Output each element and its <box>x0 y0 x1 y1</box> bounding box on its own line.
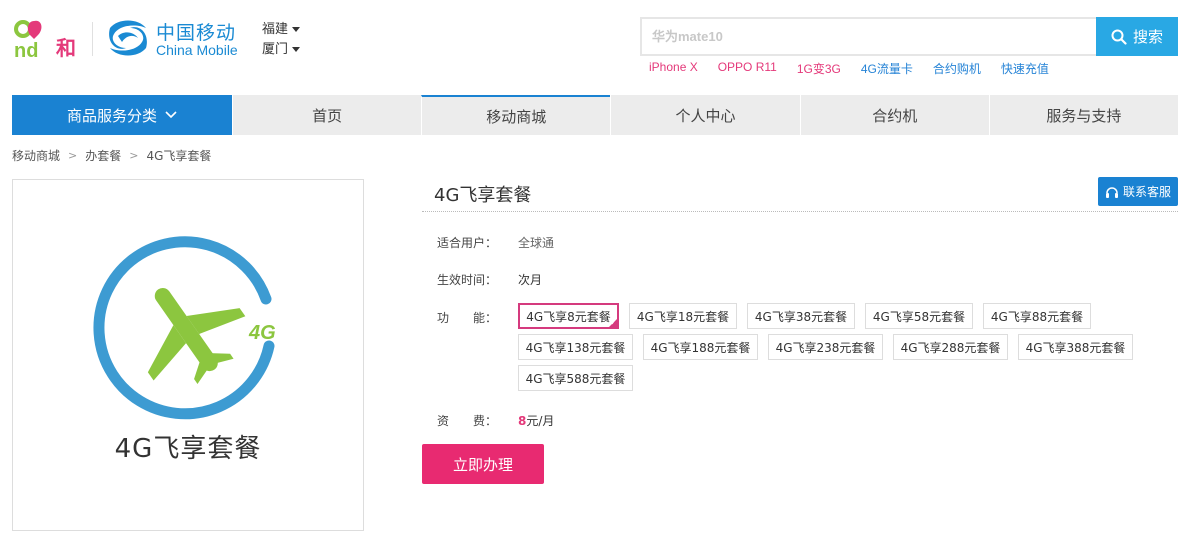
region-selector[interactable]: 福建 厦门 <box>262 20 301 60</box>
fee-label: 资 费： <box>437 414 498 428</box>
plan-option-label: 4G飞享88元套餐 <box>990 309 1084 324</box>
plan-option[interactable]: 4G飞享588元套餐 <box>518 365 633 391</box>
nav-item-service-support[interactable]: 服务与支持 <box>988 95 1178 135</box>
plan-option[interactable]: 4G飞享138元套餐 <box>518 334 633 360</box>
plan-option-label: 4G飞享388元套餐 <box>1025 340 1126 355</box>
category-menu-button[interactable]: 商品服务分类 <box>12 95 232 135</box>
city-select[interactable]: 厦门 <box>262 40 301 60</box>
effect-value: 次月 <box>518 273 543 287</box>
and-logo[interactable]: nd 和 <box>12 15 82 62</box>
plan-option-label: 4G飞享138元套餐 <box>525 340 626 355</box>
contact-service-button[interactable]: 联系客服 <box>1098 177 1178 206</box>
logo-divider <box>92 22 93 56</box>
user-value: 全球通 <box>518 236 555 250</box>
plan-option-label: 4G飞享8元套餐 <box>526 309 611 324</box>
check-icon: ✓ <box>610 318 617 327</box>
function-label: 功 能： <box>437 311 498 325</box>
nav-item-home[interactable]: 首页 <box>232 95 421 135</box>
plan-option-label: 4G飞享18元套餐 <box>636 309 730 324</box>
city-label: 厦门 <box>262 42 289 57</box>
chevron-down-icon <box>292 47 301 52</box>
nav-item-contract-phone[interactable]: 合约机 <box>799 95 989 135</box>
hot-word-link[interactable]: OPPO R11 <box>718 60 777 77</box>
chevron-right-icon: > <box>129 149 139 162</box>
breadcrumb-item[interactable]: 移动商城 <box>12 147 60 164</box>
province-label: 福建 <box>262 22 289 37</box>
nav-item-mall[interactable]: 移动商城 <box>421 95 611 135</box>
hot-words: iPhone X OPPO R11 1G变3G 4G流量卡 合约购机 快速充值 <box>649 60 1049 77</box>
svg-text:和: 和 <box>56 36 76 60</box>
headset-icon <box>1105 186 1118 198</box>
hot-word-link[interactable]: 合约购机 <box>933 60 981 77</box>
airplane-ring-icon: 4G <box>93 236 276 420</box>
plan-option-label: 4G飞享288元套餐 <box>900 340 1001 355</box>
nav-item-personal-center[interactable]: 个人中心 <box>610 95 799 135</box>
chevron-down-icon <box>292 27 301 32</box>
hot-word-link[interactable]: iPhone X <box>649 60 698 77</box>
breadcrumb: 移动商城 > 办套餐 > 4G飞享套餐 <box>12 147 211 164</box>
hot-word-link[interactable]: 4G流量卡 <box>861 60 913 77</box>
badge-4g: 4G <box>248 322 276 344</box>
search-button[interactable]: 搜索 <box>1096 17 1178 56</box>
plan-option[interactable]: 4G飞享38元套餐 <box>747 303 855 329</box>
china-mobile-cn: 中国移动 <box>156 22 237 44</box>
breadcrumb-item[interactable]: 办套餐 <box>85 147 121 164</box>
chevron-right-icon: > <box>68 149 78 162</box>
plan-option[interactable]: 4G飞享388元套餐 <box>1018 334 1133 360</box>
plan-option[interactable]: 4G飞享18元套餐 <box>629 303 737 329</box>
search-box <box>640 17 1097 56</box>
plan-option[interactable]: 4G飞享288元套餐 <box>893 334 1008 360</box>
search-icon <box>1111 29 1127 45</box>
contact-service-label: 联系客服 <box>1122 185 1171 199</box>
product-image: 4G 4G飞享套餐 <box>12 179 364 531</box>
hot-word-link[interactable]: 1G变3G <box>797 60 841 77</box>
plan-option-label: 4G飞享58元套餐 <box>872 309 966 324</box>
title-divider <box>422 211 1178 212</box>
effect-label: 生效时间： <box>437 273 498 287</box>
breadcrumb-item: 4G飞享套餐 <box>146 149 212 163</box>
hot-word-link[interactable]: 快速充值 <box>1001 60 1049 77</box>
china-mobile-en: China Mobile <box>156 42 238 58</box>
product-image-caption: 4G飞享套餐 <box>114 434 262 464</box>
product-title: 4G飞享套餐 <box>434 185 532 206</box>
plan-option-label: 4G飞享588元套餐 <box>525 371 626 386</box>
plan-option[interactable]: 4G飞享188元套餐 <box>643 334 758 360</box>
fee-unit: 元/月 <box>526 414 555 428</box>
search-input[interactable] <box>642 19 1097 54</box>
category-menu-label: 商品服务分类 <box>66 106 157 125</box>
plan-option-label: 4G飞享238元套餐 <box>775 340 876 355</box>
china-mobile-logo[interactable]: 中国移动 China Mobile <box>104 14 252 62</box>
fee-value: 8元/月 <box>518 412 554 429</box>
plan-option-label: 4G飞享38元套餐 <box>754 309 848 324</box>
plan-option[interactable]: 4G飞享58元套餐 <box>865 303 973 329</box>
main-nav: 商品服务分类 首页 移动商城 个人中心 合约机 服务与支持 <box>12 95 1178 135</box>
plan-option-label: 4G飞享188元套餐 <box>650 340 751 355</box>
chevron-down-icon <box>165 111 177 119</box>
search-button-label: 搜索 <box>1132 28 1163 46</box>
header: nd 和 中国移动 China Mobile 福建 厦门 搜索 iPhone X… <box>0 0 1178 95</box>
province-select[interactable]: 福建 <box>262 20 301 40</box>
svg-text:nd: nd <box>14 40 38 61</box>
plan-option[interactable]: 4G飞享88元套餐 <box>983 303 1091 329</box>
apply-now-button[interactable]: 立即办理 <box>422 444 544 484</box>
plan-option[interactable]: 4G飞享238元套餐 <box>768 334 883 360</box>
plan-option[interactable]: 4G飞享8元套餐 ✓ <box>518 303 619 329</box>
user-label: 适合用户： <box>437 236 498 250</box>
